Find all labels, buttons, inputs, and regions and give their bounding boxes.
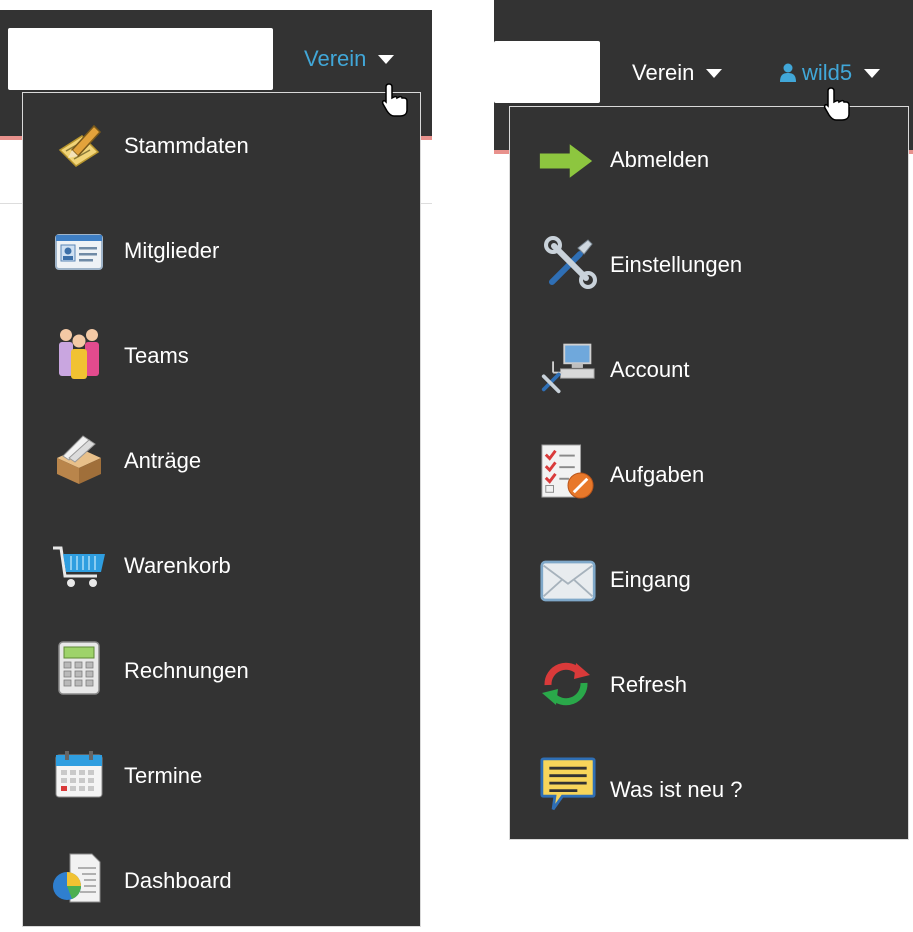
menu-item-eingang[interactable]: Eingang bbox=[510, 527, 908, 631]
verein-dropdown-toggle[interactable]: Verein bbox=[304, 46, 395, 72]
menu-item-label: Account bbox=[610, 357, 690, 382]
menu-item-label: Stammdaten bbox=[124, 133, 249, 158]
menu-item-dashboard[interactable]: Dashboard bbox=[23, 828, 420, 932]
shopping-cart-icon bbox=[51, 537, 107, 593]
menu-item-abmelden[interactable]: Abmelden bbox=[510, 107, 908, 211]
menu-item-label: Warenkorb bbox=[124, 553, 231, 578]
edit-notes-icon bbox=[51, 117, 107, 173]
menu-item-warenkorb[interactable]: Warenkorb bbox=[23, 513, 420, 617]
refresh-icon bbox=[538, 656, 594, 712]
search-field[interactable] bbox=[494, 41, 600, 103]
right-screenshot-panel: Verein wild5 Abmelden Einstellungen Acco… bbox=[494, 0, 913, 927]
menu-item-label: Abmelden bbox=[610, 147, 710, 172]
menu-item-label: Dashboard bbox=[124, 868, 232, 893]
menu-item-label: Was ist neu ? bbox=[610, 777, 743, 802]
menu-item-label: Eingang bbox=[610, 567, 691, 592]
verein-label: Verein bbox=[304, 46, 367, 71]
search-field[interactable] bbox=[8, 28, 273, 90]
user-dropdown-toggle[interactable]: wild5 bbox=[780, 60, 881, 86]
menu-item-label: Einstellungen bbox=[610, 252, 743, 277]
chevron-down-icon bbox=[706, 68, 723, 78]
tools-icon bbox=[542, 234, 598, 290]
menu-item-antraege[interactable]: Anträge bbox=[23, 408, 420, 512]
menu-item-termine[interactable]: Termine bbox=[23, 723, 420, 827]
left-screenshot-panel: Verein Stammdaten Mitglieder Teams Anträ… bbox=[0, 0, 432, 927]
menu-item-label: Refresh bbox=[610, 672, 688, 697]
calendar-icon bbox=[51, 747, 107, 803]
filing-box-icon bbox=[51, 430, 107, 486]
menu-item-label: Rechnungen bbox=[124, 658, 249, 683]
arrow-right-icon bbox=[538, 133, 594, 189]
pie-chart-icon bbox=[49, 850, 105, 906]
menu-item-label: Anträge bbox=[124, 448, 202, 473]
hand-cursor-icon bbox=[823, 87, 850, 121]
menu-item-label: Aufgaben bbox=[610, 462, 705, 487]
user-dropdown-menu: Abmelden Einstellungen Account Aufgaben … bbox=[509, 106, 909, 840]
verein-dropdown-menu: Stammdaten Mitglieder Teams Anträge Ware… bbox=[22, 92, 421, 927]
envelope-icon bbox=[540, 553, 596, 609]
menu-item-einstellungen[interactable]: Einstellungen bbox=[510, 212, 908, 316]
menu-item-label: Mitglieder bbox=[124, 238, 220, 263]
menu-item-label: Termine bbox=[124, 763, 203, 788]
user-icon bbox=[780, 63, 796, 82]
speech-bubble-icon bbox=[540, 757, 596, 813]
calculator-icon bbox=[51, 640, 107, 696]
menu-item-refresh[interactable]: Refresh bbox=[510, 632, 908, 736]
menu-item-mitglieder[interactable]: Mitglieder bbox=[23, 198, 420, 302]
verein-dropdown-toggle[interactable]: Verein bbox=[632, 60, 723, 86]
menu-item-label: Teams bbox=[124, 343, 189, 368]
verein-label: Verein bbox=[632, 60, 695, 85]
chevron-down-icon bbox=[864, 68, 881, 78]
id-card-icon bbox=[51, 224, 107, 280]
username-label: wild5 bbox=[802, 60, 853, 85]
people-group-icon bbox=[51, 325, 107, 381]
checklist-icon bbox=[540, 444, 596, 500]
menu-item-account[interactable]: Account bbox=[510, 317, 908, 421]
menu-item-stammdaten[interactable]: Stammdaten bbox=[23, 93, 420, 197]
hand-cursor-icon bbox=[381, 83, 408, 117]
network-computer-icon bbox=[540, 339, 596, 395]
menu-item-aufgaben[interactable]: Aufgaben bbox=[510, 422, 908, 526]
menu-item-teams[interactable]: Teams bbox=[23, 303, 420, 407]
chevron-down-icon bbox=[378, 54, 395, 64]
menu-item-rechnungen[interactable]: Rechnungen bbox=[23, 618, 420, 722]
menu-item-was-ist-neu[interactable]: Was ist neu ? bbox=[510, 737, 908, 841]
